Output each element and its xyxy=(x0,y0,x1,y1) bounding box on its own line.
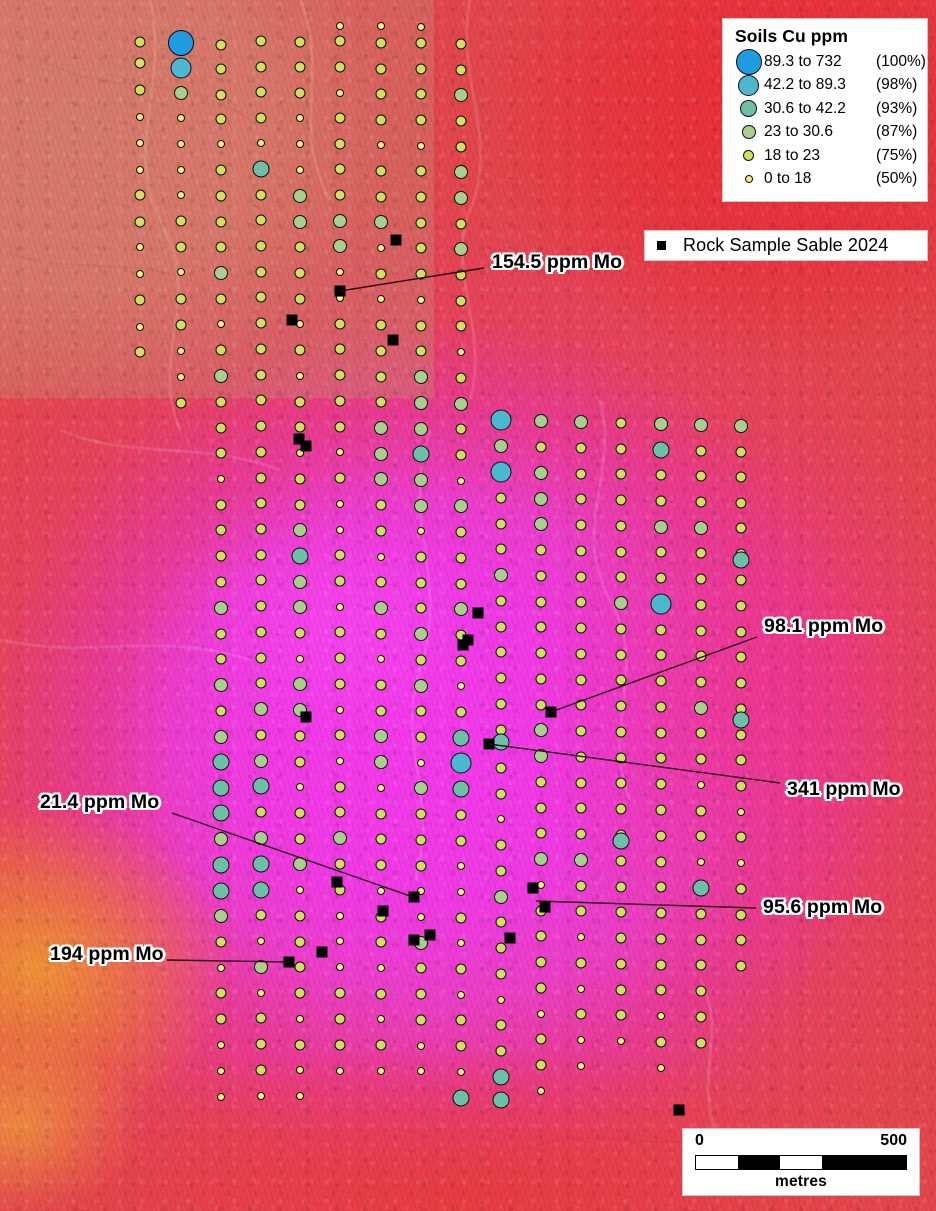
scale-bar-segment xyxy=(780,1156,822,1169)
legend-soils-range: 0 to 18 xyxy=(764,170,812,188)
legend-soils-row: 18 to 23 (75%) xyxy=(733,144,927,168)
annotation-label-mo: 194 ppm Mo xyxy=(50,943,164,965)
legend-soils-row: 42.2 to 89.3 (98%) xyxy=(733,74,927,98)
legend-soils-percentile: (93%) xyxy=(876,99,918,117)
legend-soils-row: 23 to 30.6 (87%) xyxy=(733,121,927,145)
legend-soils-symbol-icon xyxy=(733,74,764,96)
legend-soils-row: 89.3 to 732 (100%) xyxy=(733,48,927,75)
legend-soils-range: 30.6 to 42.2 xyxy=(764,99,846,117)
legend-soils-rows: 89.3 to 732 (100%) 42.2 to 89.3 (98%) 30.6 t… xyxy=(733,48,927,192)
soil-class-circle-icon xyxy=(743,150,754,162)
legend-soils-symbol-icon xyxy=(733,150,764,162)
legend-soils-percentile: (75%) xyxy=(876,146,918,164)
legend-soils-percentile: (87%) xyxy=(876,123,918,141)
soil-class-circle-icon xyxy=(744,175,753,184)
legend-soils-symbol-icon xyxy=(733,175,764,184)
legend-soils-symbol-icon xyxy=(733,48,764,75)
legend-soils-row: 0 to 18 (50%) xyxy=(733,168,927,192)
legend-rock-sample: Rock Sample Sable 2024 xyxy=(644,230,928,261)
legend-soils-range: 89.3 to 732 xyxy=(764,52,842,70)
scale-bar-units: metres xyxy=(774,1173,828,1190)
soil-class-circle-icon xyxy=(741,125,756,140)
legend-soils-row: 30.6 to 42.2 (93%) xyxy=(733,97,927,121)
rock-sample-square-icon xyxy=(657,241,666,250)
scale-bar-segment xyxy=(696,1156,738,1169)
soil-class-circle-icon xyxy=(740,100,757,118)
annotation-label-mo: 95.6 ppm Mo xyxy=(763,896,883,918)
scale-bar-segment xyxy=(738,1156,780,1169)
legend-soils-range: 42.2 to 89.3 xyxy=(764,76,846,94)
legend-soils-percentile: (100%) xyxy=(876,52,926,70)
scale-bar: 0 500 metres xyxy=(682,1128,920,1196)
legend-soils-percentile: (98%) xyxy=(876,76,918,94)
legend-soils-title: Soils Cu ppm xyxy=(735,26,849,46)
scale-bar-max: 500 xyxy=(880,1132,907,1149)
annotation-label-mo: 98.1 ppm Mo xyxy=(764,615,884,637)
scale-bar-numbers: 0 500 xyxy=(695,1132,907,1154)
geology-map: 154.5 ppm Mo 98.1 ppm Mo 341 ppm Mo 21.4 pp… xyxy=(0,0,936,1211)
scale-bar-min: 0 xyxy=(695,1132,704,1149)
soil-class-circle-icon xyxy=(735,48,762,75)
soil-class-circle-icon xyxy=(738,74,759,96)
scale-bar-segments xyxy=(695,1155,907,1170)
scale-bar-segment xyxy=(822,1156,906,1169)
annotation-label-mo: 154.5 ppm Mo xyxy=(492,251,623,273)
legend-soils-cu: Soils Cu ppm 89.3 to 732 (100%) 42.2 to 89… xyxy=(722,18,928,202)
legend-rock-label: Rock Sample Sable 2024 xyxy=(683,235,889,255)
legend-soils-symbol-icon xyxy=(733,100,764,118)
legend-soils-symbol-icon xyxy=(733,125,764,140)
annotation-label-mo: 341 ppm Mo xyxy=(787,778,901,800)
legend-soils-percentile: (50%) xyxy=(876,170,918,188)
annotation-label-mo: 21.4 ppm Mo xyxy=(40,791,160,813)
legend-soils-range: 18 to 23 xyxy=(764,146,821,164)
legend-soils-range: 23 to 30.6 xyxy=(764,123,833,141)
